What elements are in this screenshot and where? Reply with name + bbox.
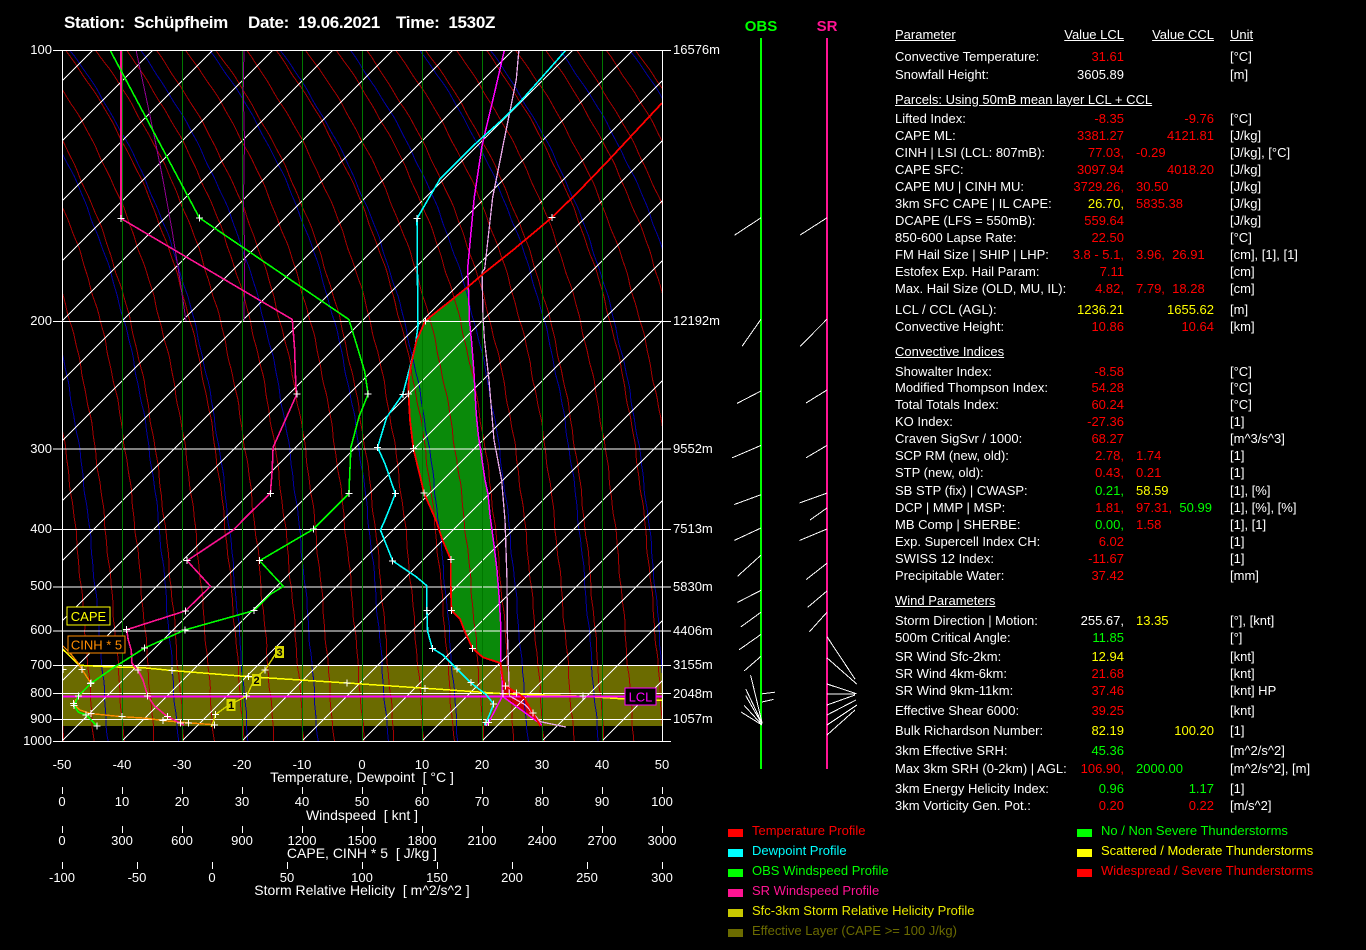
svg-text:CAPE: CAPE	[71, 609, 107, 624]
svg-text:3: 3	[276, 647, 282, 659]
svg-text:2: 2	[253, 675, 259, 687]
svg-text:LCL: LCL	[629, 690, 653, 705]
svg-text:CINH * 5: CINH * 5	[71, 638, 122, 653]
svg-text:1: 1	[228, 700, 234, 712]
